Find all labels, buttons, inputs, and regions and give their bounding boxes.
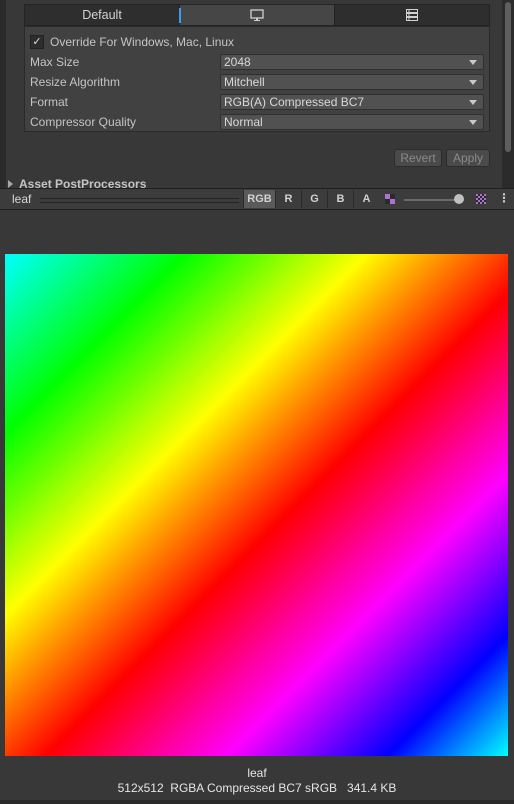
format-label: Format (30, 95, 69, 109)
texture-preview-area: leaf 512x512 RGBA Compressed BC7 sRGB 34… (0, 210, 514, 804)
tab-default[interactable]: Default (25, 5, 180, 25)
asset-postprocessors-foldout[interactable]: Asset PostProcessors (8, 177, 146, 188)
scrollbar-thumb[interactable] (505, 2, 511, 152)
texture-inspector: Default ✓ Override For Windows, Mac, Lin… (0, 0, 514, 804)
mip-slider-knob[interactable] (454, 194, 465, 204)
chevron-down-icon (469, 79, 477, 85)
channel-b-button[interactable]: B (327, 190, 353, 208)
resize-algorithm-row: Resize Algorithm Mitchell (30, 73, 485, 91)
compressor-quality-label: Compressor Quality (30, 115, 137, 129)
channel-b-label: B (336, 193, 345, 205)
inspector-scrollbar[interactable] (502, 0, 514, 188)
channel-rgb-button[interactable]: RGB (243, 190, 275, 208)
drag-handle[interactable] (40, 198, 239, 203)
monitor-icon (250, 9, 264, 21)
channel-g-button[interactable]: G (301, 190, 327, 208)
mip-high-icon (476, 194, 486, 204)
preview-title: leaf (12, 192, 32, 206)
compressor-quality-row: Compressor Quality Normal (30, 113, 485, 131)
platform-settings: ✓ Override For Windows, Mac, Linux Max S… (24, 26, 490, 132)
format-value: RGB(A) Compressed BC7 (224, 95, 365, 109)
compressor-quality-value: Normal (224, 115, 263, 129)
kebab-menu-icon[interactable]: ⋮ (498, 192, 510, 204)
channel-r-label: R (284, 193, 293, 205)
max-size-row: Max Size 2048 (30, 53, 485, 71)
override-checkbox[interactable]: ✓ (30, 35, 44, 49)
tab-server[interactable] (335, 5, 489, 25)
channel-rgb-label: RGB (247, 193, 272, 205)
apply-label: Apply (452, 151, 484, 165)
platform-tabs: Default (24, 4, 490, 26)
override-label: Override For Windows, Mac, Linux (50, 35, 235, 49)
max-size-dropdown[interactable]: 2048 (220, 54, 484, 70)
chevron-down-icon (469, 99, 477, 105)
tab-default-label: Default (82, 8, 122, 22)
chevron-down-icon (469, 119, 477, 125)
texture-preview-image (5, 254, 508, 756)
channel-g-label: G (310, 193, 319, 205)
tab-standalone[interactable] (179, 5, 335, 25)
max-size-label: Max Size (30, 55, 80, 69)
resize-algorithm-value: Mitchell (224, 75, 265, 89)
texture-name: leaf (247, 766, 267, 780)
preview-toolbar: leaf RGB R G B A ⋮ (0, 188, 514, 210)
bottom-divider (0, 800, 514, 804)
resize-algorithm-label: Resize Algorithm (30, 75, 121, 89)
format-row: Format RGB(A) Compressed BC7 (30, 93, 485, 111)
texture-info: leaf 512x512 RGBA Compressed BC7 sRGB 34… (0, 766, 514, 796)
channel-r-button[interactable]: R (275, 190, 301, 208)
channel-a-label: A (362, 193, 371, 205)
format-dropdown[interactable]: RGB(A) Compressed BC7 (220, 94, 484, 110)
texture-details: 512x512 RGBA Compressed BC7 sRGB 341.4 K… (117, 781, 397, 795)
revert-button[interactable]: Revert (394, 149, 442, 167)
mip-low-icon (385, 194, 395, 204)
revert-label: Revert (400, 151, 436, 165)
compressor-quality-dropdown[interactable]: Normal (220, 114, 484, 130)
chevron-down-icon (469, 59, 477, 65)
resize-algorithm-dropdown[interactable]: Mitchell (220, 74, 484, 90)
override-toggle[interactable]: ✓ Override For Windows, Mac, Linux (30, 35, 234, 49)
apply-button[interactable]: Apply (446, 149, 490, 167)
import-settings-panel: Default ✓ Override For Windows, Mac, Lin… (0, 0, 514, 188)
channel-a-button[interactable]: A (353, 190, 379, 208)
chevron-right-icon (8, 180, 13, 188)
max-size-value: 2048 (224, 55, 251, 69)
checkmark-icon: ✓ (32, 35, 42, 48)
panel-edge (0, 0, 6, 188)
server-icon (406, 9, 418, 21)
asset-postprocessors-label: Asset PostProcessors (19, 177, 147, 188)
